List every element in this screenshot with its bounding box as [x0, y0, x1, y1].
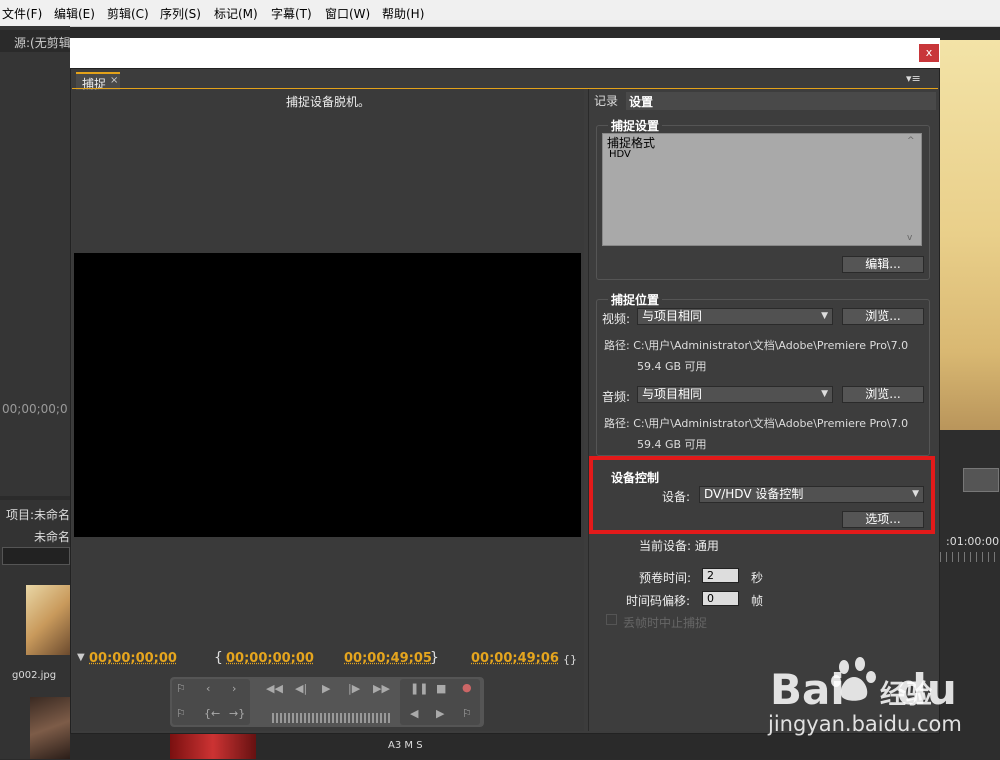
video-location-dropdown[interactable]: 与项目相同 ▼: [637, 308, 833, 325]
capture-location-title: 捕捉位置: [608, 291, 663, 308]
set-in-icon[interactable]: ⚐: [176, 707, 186, 720]
menu-bar: 文件(F) 编辑(E) 剪辑(C) 序列(S) 标记(M) 字幕(T) 窗口(W…: [0, 0, 1000, 27]
dialog-title-bar[interactable]: [70, 38, 940, 68]
audio-browse-button[interactable]: 浏览...: [842, 386, 924, 403]
duration-icon: {}: [563, 653, 577, 666]
preroll-label: 预卷时间:: [639, 571, 692, 585]
out-point-timecode[interactable]: 00;00;49;05: [344, 651, 432, 666]
close-button[interactable]: x: [919, 44, 939, 62]
in-point-bracket-icon: {: [214, 650, 223, 666]
menu-title[interactable]: 字幕(T): [271, 5, 312, 22]
capture-format-value: HDV: [609, 149, 631, 160]
video-browse-button[interactable]: 浏览...: [842, 308, 924, 325]
step-forward-icon[interactable]: |▶: [348, 682, 360, 695]
video-label: 视频:: [602, 312, 631, 326]
current-device: 当前设备: 通用: [639, 539, 719, 553]
go-in-icon[interactable]: {←: [204, 707, 220, 720]
timecode-offset-unit: 帧: [751, 594, 764, 608]
export-frame-button[interactable]: [963, 468, 999, 492]
source-monitor-bg: [0, 26, 70, 496]
go-prev-marker-icon[interactable]: ‹: [206, 682, 210, 695]
program-monitor-image: [940, 40, 1000, 430]
set-marker-icon[interactable]: ⚐: [176, 682, 186, 695]
current-timecode[interactable]: 00;00;00;00: [89, 651, 177, 666]
video-preview: [74, 253, 581, 537]
menu-file[interactable]: 文件(F): [2, 5, 42, 22]
chevron-down-icon: ▼: [821, 389, 828, 399]
menu-sequence[interactable]: 序列(S): [160, 5, 201, 22]
menu-window[interactable]: 窗口(W): [325, 5, 370, 22]
project-name: 未命名: [34, 530, 71, 544]
menu-help[interactable]: 帮助(H): [382, 5, 424, 22]
menu-marker[interactable]: 标记(M): [214, 5, 258, 22]
baidu-paw-icon: [831, 657, 876, 701]
watermark-url: jingyan.baidu.com: [768, 712, 962, 736]
project-tab[interactable]: 项目:未命名: [6, 506, 70, 523]
stop-icon[interactable]: ■: [436, 682, 446, 695]
tab-log[interactable]: 记录: [594, 92, 618, 109]
device-offline-message: 捕捉设备脱机。: [285, 95, 370, 109]
timecode-offset-label: 时间码偏移:: [626, 594, 691, 608]
clip-thumbnail[interactable]: [26, 585, 70, 655]
go-next-marker-icon[interactable]: ›: [232, 682, 236, 695]
audio-location-dropdown[interactable]: 与项目相同 ▼: [637, 386, 833, 403]
clip-thumbnail-label: g002.jpg: [12, 670, 57, 681]
abort-on-dropped-frames-label: 丢帧时中止捕捉: [623, 616, 708, 630]
track-labels: A3 M S: [388, 740, 423, 751]
edit-button[interactable]: 编辑...: [842, 256, 924, 273]
slow-reverse-icon[interactable]: ◀: [410, 707, 418, 720]
playhead-icon: ▼: [77, 652, 85, 663]
clip-thumbnail-2[interactable]: [30, 697, 70, 759]
panel-menu-icon[interactable]: ▾≡: [906, 72, 921, 85]
jog-shuttle[interactable]: [272, 713, 392, 723]
audio-free-space: 59.4 GB 可用: [637, 438, 707, 451]
clip-thumbnail-3[interactable]: [170, 732, 256, 759]
pause-icon[interactable]: ❚❚: [410, 682, 428, 695]
record-icon[interactable]: ●: [462, 681, 472, 694]
timecode-offset-input[interactable]: 0: [702, 591, 739, 606]
tab-close-icon[interactable]: ×: [110, 75, 118, 86]
video-path: 路径: C:\用户\Administrator\文档\Adobe\Premier…: [604, 339, 909, 352]
scroll-up-icon[interactable]: ^: [907, 136, 915, 146]
video-free-space: 59.4 GB 可用: [637, 360, 707, 373]
duration-timecode[interactable]: 00;00;49;06: [471, 651, 559, 666]
preroll-input[interactable]: 2: [702, 568, 739, 583]
watermark-jingyan: 经验: [880, 680, 933, 710]
timeline-timecode: :01:00:00: [946, 535, 1000, 548]
menu-edit[interactable]: 编辑(E): [54, 5, 95, 22]
scene-detect-icon[interactable]: ⚐: [462, 707, 472, 720]
timeline-ruler[interactable]: [940, 552, 1000, 562]
project-search-input[interactable]: [2, 547, 70, 565]
rewind-icon[interactable]: ◀◀: [266, 682, 283, 695]
preroll-unit: 秒: [751, 571, 764, 585]
source-timecode: 00;00;00;0: [2, 402, 68, 416]
tab-settings[interactable]: 设置: [626, 92, 936, 110]
audio-label: 音频:: [602, 390, 631, 404]
play-icon[interactable]: ▶: [322, 682, 330, 695]
out-point-bracket-icon: }: [430, 650, 439, 666]
in-point-timecode[interactable]: 00;00;00;00: [226, 651, 314, 666]
chevron-down-icon: ▼: [821, 311, 828, 321]
audio-path: 路径: C:\用户\Administrator\文档\Adobe\Premier…: [604, 417, 909, 430]
menu-clip[interactable]: 剪辑(C): [107, 5, 149, 22]
go-out-icon[interactable]: →}: [229, 707, 245, 720]
capture-settings-title: 捕捉设置: [608, 117, 663, 134]
scroll-down-icon[interactable]: v: [907, 233, 912, 243]
abort-on-dropped-frames-checkbox[interactable]: [606, 614, 617, 625]
highlight-annotation: [589, 456, 935, 534]
slow-play-icon[interactable]: ▶: [436, 707, 444, 720]
fast-forward-icon[interactable]: ▶▶: [373, 682, 390, 695]
step-back-icon[interactable]: ◀|: [295, 682, 307, 695]
